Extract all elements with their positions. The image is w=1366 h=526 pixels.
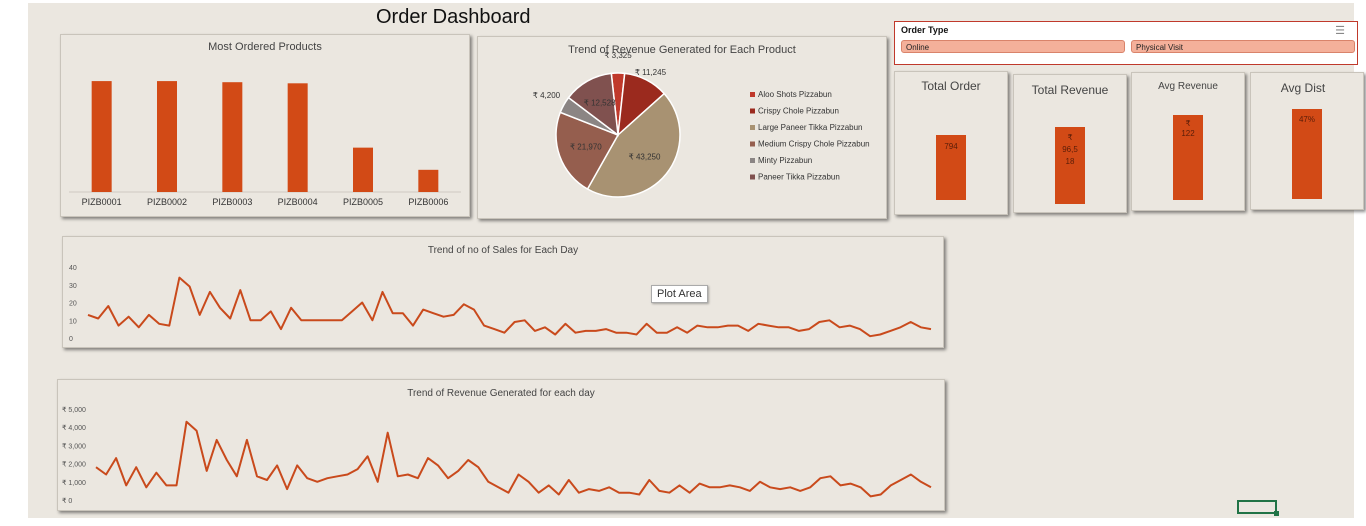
legend-swatch bbox=[750, 141, 755, 147]
kpi-value-line-3: 18 bbox=[1065, 157, 1075, 166]
legend-swatch bbox=[750, 92, 755, 97]
y-tick-label: 0 bbox=[69, 336, 73, 343]
bar-PIZB0001 bbox=[91, 81, 112, 192]
pie-data-label: ₹ 43,250 bbox=[629, 152, 661, 161]
kpi-value-line-2: 96,5 bbox=[1062, 145, 1078, 154]
y-tick-label: 30 bbox=[69, 283, 77, 290]
pie-data-label: ₹ 11,245 bbox=[635, 68, 667, 77]
order-type-slicer[interactable]: Order Type ☰ Online Physical Visit bbox=[894, 21, 1358, 65]
legend-label: Aloo Shots Pizzabun bbox=[758, 90, 832, 99]
legend-label: Minty Pizzabun bbox=[758, 156, 812, 165]
kpi-title: Avg Dist bbox=[1280, 81, 1326, 95]
selected-cell[interactable] bbox=[1237, 500, 1277, 514]
legend-label: Medium Crispy Chole Pizzabun bbox=[758, 140, 870, 149]
filter-icon[interactable]: ☰ bbox=[1335, 24, 1345, 37]
bar-chart-canvas: PIZB0001 PIZB0002 PIZB0003 PIZB0004 PIZB0005… bbox=[69, 81, 461, 207]
x-tick-label: PIZB0004 bbox=[278, 197, 318, 207]
x-tick-label: PIZB0001 bbox=[82, 197, 122, 207]
pie-chart-canvas: ₹ 3,325₹ 11,245 ₹ 43,250 ₹ 21,970 ₹ 4,200 ₹ … bbox=[533, 51, 870, 198]
y-tick-label: ₹ 1,000 bbox=[62, 479, 86, 487]
legend-swatch bbox=[750, 174, 755, 180]
plot-area-tooltip: Plot Area bbox=[651, 285, 708, 303]
slicer-header: Order Type bbox=[901, 25, 949, 35]
x-tick-label: PIZB0005 bbox=[343, 197, 383, 207]
slicer-option-physical-visit[interactable]: Physical Visit bbox=[1131, 40, 1355, 53]
kpi-value-line-2: 122 bbox=[1181, 129, 1195, 138]
dashboard-title: Order Dashboard bbox=[376, 6, 531, 28]
legend-swatch bbox=[750, 108, 755, 114]
x-tick-label: PIZB0002 bbox=[147, 197, 187, 207]
most-ordered-products-chart[interactable]: Most Ordered Products PIZB0001 PIZB0002 PI… bbox=[60, 34, 470, 217]
legend-label: Large Paneer Tikka Pizzabun bbox=[758, 123, 863, 132]
legend-swatch bbox=[750, 125, 755, 130]
pie-data-label: ₹ 3,325 bbox=[604, 51, 632, 60]
daily-sales-trend-chart[interactable]: Trend of no of Sales for Each Day 0 10 20 3… bbox=[62, 236, 944, 348]
pie-data-label: ₹ 21,970 bbox=[570, 142, 602, 151]
kpi-title: Total Order bbox=[921, 79, 981, 93]
y-tick-label: 40 bbox=[69, 265, 77, 272]
legend-swatch bbox=[750, 158, 755, 163]
line-chart-canvas: 0 10 20 30 40 bbox=[69, 265, 932, 343]
y-tick-label: ₹ 0 bbox=[62, 497, 72, 505]
kpi-avg-revenue[interactable]: Avg Revenue ₹ 122 bbox=[1131, 72, 1245, 211]
y-tick-label: ₹ 3,000 bbox=[62, 442, 86, 450]
kpi-avg-dist[interactable]: Avg Dist 47% bbox=[1250, 72, 1364, 210]
series-line bbox=[87, 276, 932, 338]
fill-handle[interactable] bbox=[1274, 511, 1279, 516]
kpi-total-revenue[interactable]: Total Revenue ₹ 96,5 18 bbox=[1013, 74, 1127, 213]
revenue-by-product-chart[interactable]: Trend of Revenue Generated for Each Prod… bbox=[477, 36, 887, 219]
bar-PIZB0006 bbox=[418, 169, 439, 192]
line-chart-canvas: ₹ 0 ₹ 1,000 ₹ 2,000 ₹ 3,000 ₹ 4,000 ₹ 5,000 bbox=[62, 406, 932, 505]
legend-label: Crispy Chole Pizzabun bbox=[758, 107, 839, 116]
kpi-title: Total Revenue bbox=[1031, 83, 1109, 97]
y-tick-label: ₹ 5,000 bbox=[62, 406, 86, 414]
legend-label: Paneer Tikka Pizzabun bbox=[758, 173, 840, 182]
kpi-value: 47% bbox=[1298, 115, 1315, 124]
pie-data-label: ₹ 12,528 bbox=[584, 99, 616, 108]
y-tick-label: ₹ 2,000 bbox=[62, 461, 86, 469]
kpi-value: 794 bbox=[944, 142, 958, 151]
x-tick-label: PIZB0003 bbox=[212, 197, 252, 207]
bar-PIZB0004 bbox=[287, 83, 308, 192]
y-tick-label: 20 bbox=[69, 301, 77, 308]
x-tick-label: PIZB0006 bbox=[408, 197, 448, 207]
pie-data-label: ₹ 4,200 bbox=[533, 91, 561, 100]
y-tick-label: ₹ 4,000 bbox=[62, 424, 86, 432]
series-line bbox=[95, 420, 932, 498]
y-tick-label: 10 bbox=[69, 318, 77, 325]
slicer-option-online[interactable]: Online bbox=[901, 40, 1125, 53]
kpi-value-line-1: ₹ bbox=[1185, 119, 1191, 128]
kpi-title: Avg Revenue bbox=[1158, 81, 1218, 92]
kpi-total-order[interactable]: Total Order 794 bbox=[894, 71, 1008, 215]
daily-revenue-trend-chart[interactable]: Trend of Revenue Generated for each day … bbox=[57, 379, 945, 511]
bar-PIZB0005 bbox=[353, 147, 373, 192]
kpi-value-line-1: ₹ bbox=[1067, 133, 1073, 142]
bar-PIZB0003 bbox=[222, 82, 243, 192]
bar-PIZB0002 bbox=[157, 81, 177, 192]
